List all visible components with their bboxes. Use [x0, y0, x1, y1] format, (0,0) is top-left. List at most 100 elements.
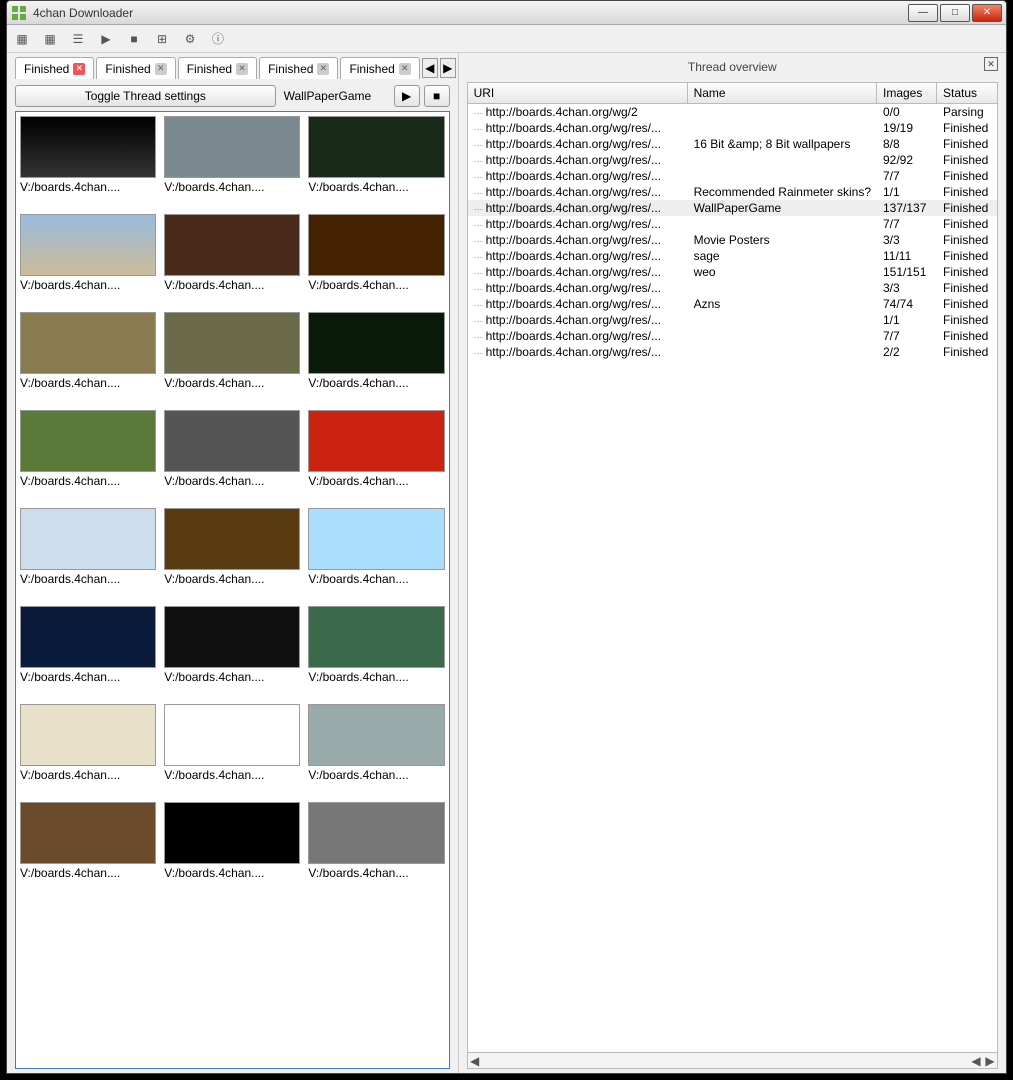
tab-close-icon[interactable]: ✕	[236, 63, 248, 75]
thumbnail-image[interactable]	[20, 802, 156, 864]
tree-toggle-icon[interactable]: ⋯	[474, 204, 482, 215]
thumbnail-item[interactable]: V:/boards.4chan....	[164, 214, 300, 292]
table-row[interactable]: ⋯http://boards.4chan.org/wg/res/...19/19…	[468, 120, 997, 136]
table-row[interactable]: ⋯http://boards.4chan.org/wg/20/0Parsing	[468, 104, 997, 120]
thumbnail-image[interactable]	[164, 312, 300, 374]
thumbnail-image[interactable]	[308, 116, 444, 178]
thumbnail-image[interactable]	[164, 704, 300, 766]
table-row[interactable]: ⋯http://boards.4chan.org/wg/res/...sage1…	[468, 248, 997, 264]
thumbnail-image[interactable]	[20, 214, 156, 276]
toolbar-info-icon[interactable]: ⓘ	[209, 30, 227, 48]
tab-close-icon[interactable]: ✕	[399, 63, 411, 75]
tree-toggle-icon[interactable]: ⋯	[474, 220, 482, 231]
tree-toggle-icon[interactable]: ⋯	[474, 348, 482, 359]
scroll-right-icon[interactable]: ▶	[983, 1054, 997, 1068]
thumbnail-image[interactable]	[308, 214, 444, 276]
thumbnail-item[interactable]: V:/boards.4chan....	[20, 312, 156, 390]
column-header-uri[interactable]: URI	[468, 83, 688, 103]
tree-toggle-icon[interactable]: ⋯	[474, 124, 482, 135]
thumbnail-image[interactable]	[308, 802, 444, 864]
tree-toggle-icon[interactable]: ⋯	[474, 108, 482, 119]
titlebar[interactable]: 4chan Downloader — □ ✕	[7, 1, 1006, 25]
thumbnail-image[interactable]	[164, 116, 300, 178]
table-row[interactable]: ⋯http://boards.4chan.org/wg/res/...16 Bi…	[468, 136, 997, 152]
thumbnail-item[interactable]: V:/boards.4chan....	[308, 704, 444, 782]
tree-toggle-icon[interactable]: ⋯	[474, 332, 482, 343]
toolbar-list-icon[interactable]: ☰	[69, 30, 87, 48]
thumbnail-image[interactable]	[308, 508, 444, 570]
thumbnail-image[interactable]	[164, 606, 300, 668]
thumbnail-image[interactable]	[164, 410, 300, 472]
tab-finished[interactable]: Finished✕	[259, 57, 338, 79]
table-row[interactable]: ⋯http://boards.4chan.org/wg/res/...7/7Fi…	[468, 328, 997, 344]
column-header-name[interactable]: Name	[688, 83, 877, 103]
thumbnail-item[interactable]: V:/boards.4chan....	[308, 606, 444, 684]
thread-play-button[interactable]: ▶	[394, 85, 420, 107]
tree-toggle-icon[interactable]: ⋯	[474, 268, 482, 279]
tree-toggle-icon[interactable]: ⋯	[474, 140, 482, 151]
thumbnail-item[interactable]: V:/boards.4chan....	[164, 704, 300, 782]
thumbnail-image[interactable]	[308, 410, 444, 472]
thumbnail-image[interactable]	[20, 606, 156, 668]
thumbnail-item[interactable]: V:/boards.4chan....	[20, 704, 156, 782]
thumbnail-item[interactable]: V:/boards.4chan....	[20, 410, 156, 488]
table-row[interactable]: ⋯http://boards.4chan.org/wg/res/...7/7Fi…	[468, 216, 997, 232]
table-row[interactable]: ⋯http://boards.4chan.org/wg/res/...weo15…	[468, 264, 997, 280]
thumbnail-image[interactable]	[308, 704, 444, 766]
scroll-left-icon[interactable]: ◀	[468, 1054, 482, 1068]
toggle-thread-settings-button[interactable]: Toggle Thread settings	[15, 85, 276, 107]
thumbnail-image[interactable]	[20, 410, 156, 472]
thumbnail-area[interactable]: V:/boards.4chan....V:/boards.4chan....V:…	[15, 111, 450, 1069]
tab-close-icon[interactable]: ✕	[73, 63, 85, 75]
thumbnail-item[interactable]: V:/boards.4chan....	[20, 802, 156, 880]
tab-finished[interactable]: Finished✕	[96, 57, 175, 79]
thumbnail-item[interactable]: V:/boards.4chan....	[20, 214, 156, 292]
scroll-left2-icon[interactable]: ◀	[969, 1054, 983, 1068]
tree-toggle-icon[interactable]: ⋯	[474, 172, 482, 183]
minimize-button[interactable]: —	[908, 4, 938, 22]
table-row[interactable]: ⋯http://boards.4chan.org/wg/res/...Recom…	[468, 184, 997, 200]
table-row[interactable]: ⋯http://boards.4chan.org/wg/res/...Azns7…	[468, 296, 997, 312]
table-row[interactable]: ⋯http://boards.4chan.org/wg/res/...3/3Fi…	[468, 280, 997, 296]
thumbnail-item[interactable]: V:/boards.4chan....	[164, 312, 300, 390]
table-row[interactable]: ⋯http://boards.4chan.org/wg/res/...WallP…	[468, 200, 997, 216]
tab-finished[interactable]: Finished✕	[178, 57, 257, 79]
thumbnail-image[interactable]	[164, 802, 300, 864]
thumbnail-item[interactable]: V:/boards.4chan....	[308, 116, 444, 194]
thumbnail-image[interactable]	[308, 312, 444, 374]
thumbnail-item[interactable]: V:/boards.4chan....	[164, 410, 300, 488]
table-row[interactable]: ⋯http://boards.4chan.org/wg/res/...92/92…	[468, 152, 997, 168]
thumbnail-image[interactable]	[308, 606, 444, 668]
thumbnail-item[interactable]: V:/boards.4chan....	[164, 116, 300, 194]
tab-nav-right-icon[interactable]: ▶	[440, 58, 456, 78]
toolbar-settings-icon[interactable]: ⚙	[181, 30, 199, 48]
thumbnail-image[interactable]	[20, 312, 156, 374]
thumbnail-image[interactable]	[20, 116, 156, 178]
tree-toggle-icon[interactable]: ⋯	[474, 316, 482, 327]
tree-toggle-icon[interactable]: ⋯	[474, 156, 482, 167]
tree-toggle-icon[interactable]: ⋯	[474, 284, 482, 295]
thumbnail-item[interactable]: V:/boards.4chan....	[164, 508, 300, 586]
close-button[interactable]: ✕	[972, 4, 1002, 22]
tab-close-icon[interactable]: ✕	[317, 63, 329, 75]
thumbnail-item[interactable]: V:/boards.4chan....	[308, 214, 444, 292]
thumbnail-item[interactable]: V:/boards.4chan....	[164, 606, 300, 684]
thumbnail-image[interactable]	[20, 508, 156, 570]
thumbnail-item[interactable]: V:/boards.4chan....	[164, 802, 300, 880]
table-row[interactable]: ⋯http://boards.4chan.org/wg/res/...Movie…	[468, 232, 997, 248]
thumbnail-item[interactable]: V:/boards.4chan....	[308, 802, 444, 880]
tab-nav-left-icon[interactable]: ◀	[422, 58, 438, 78]
toolbar-stop-icon[interactable]: ■	[125, 30, 143, 48]
tab-finished[interactable]: Finished✕	[15, 57, 94, 79]
thumbnail-item[interactable]: V:/boards.4chan....	[308, 312, 444, 390]
table-row[interactable]: ⋯http://boards.4chan.org/wg/res/...1/1Fi…	[468, 312, 997, 328]
thumbnail-item[interactable]: V:/boards.4chan....	[20, 116, 156, 194]
thumbnail-image[interactable]	[164, 508, 300, 570]
thumbnail-item[interactable]: V:/boards.4chan....	[308, 410, 444, 488]
thumbnail-image[interactable]	[20, 704, 156, 766]
toolbar-add-icon[interactable]: ▦	[13, 30, 31, 48]
thumbnail-item[interactable]: V:/boards.4chan....	[20, 508, 156, 586]
thread-stop-button[interactable]: ■	[424, 85, 450, 107]
tree-toggle-icon[interactable]: ⋯	[474, 252, 482, 263]
maximize-button[interactable]: □	[940, 4, 970, 22]
